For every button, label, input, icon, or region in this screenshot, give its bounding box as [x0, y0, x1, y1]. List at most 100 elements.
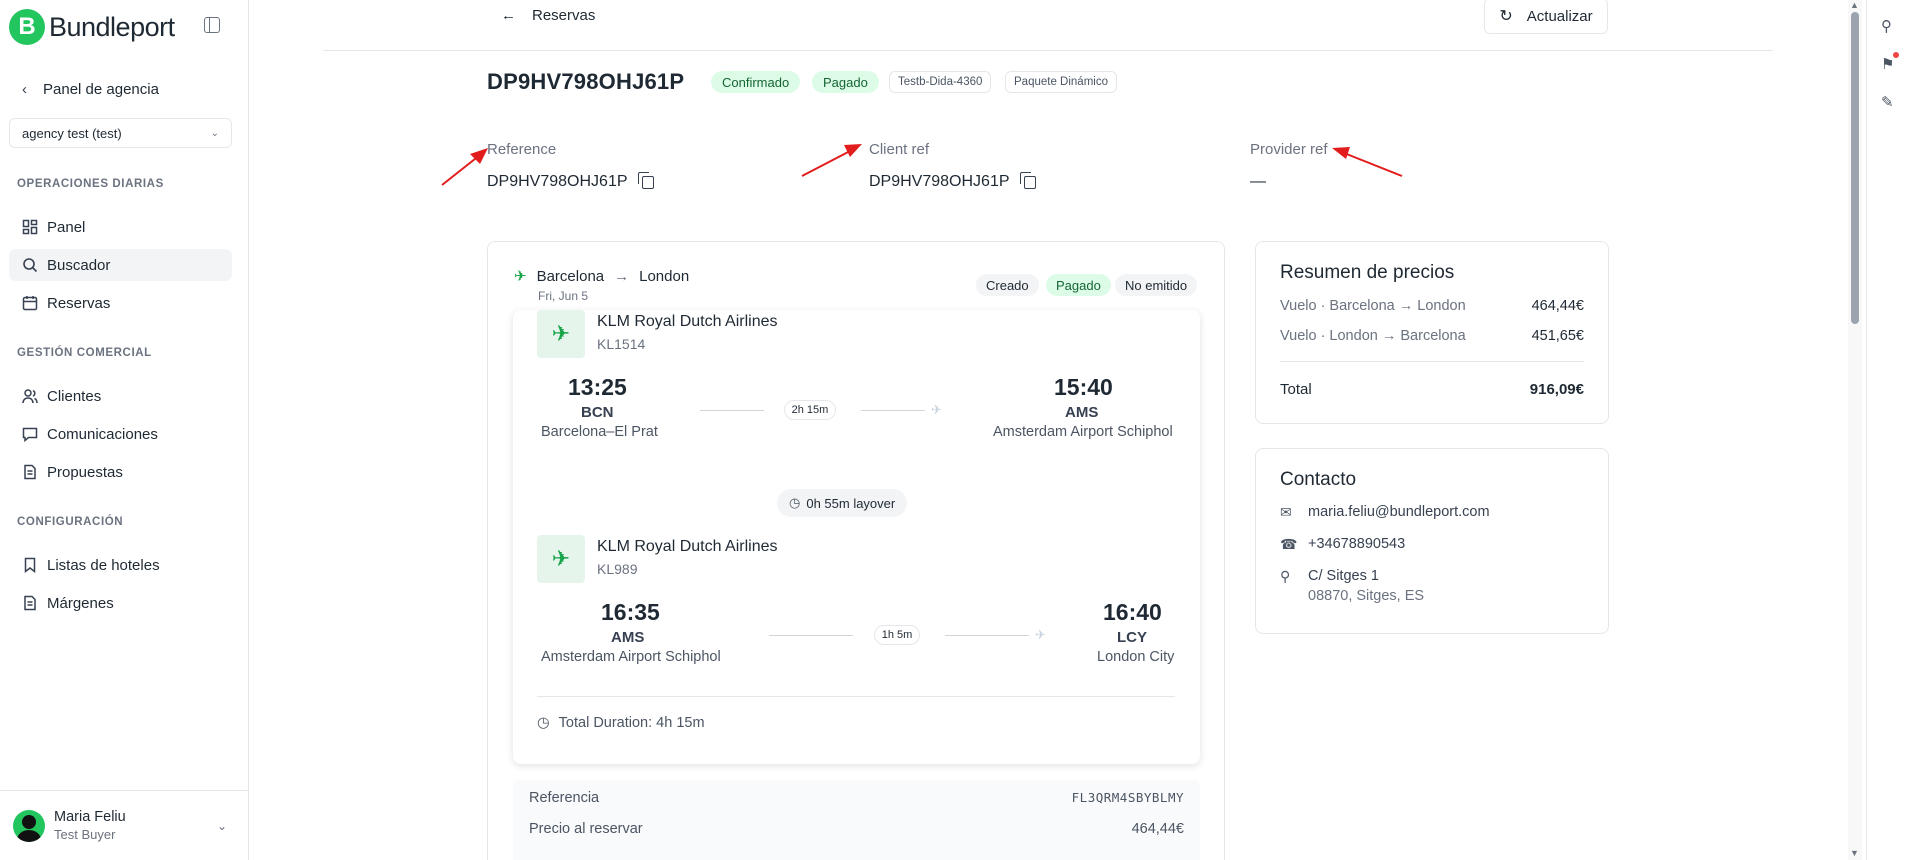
segment-duration: 2h 15m [784, 400, 836, 420]
layover-text: 0h 55m layover [806, 495, 896, 511]
route-line [769, 635, 853, 636]
right-rail: ⚲ ⚑ ✎ [1866, 0, 1910, 860]
flight-number: KL1514 [597, 336, 646, 352]
departure-airport: Barcelona–El Prat [541, 424, 658, 440]
page-header: ← Reservas ↻ Actualizar [323, 0, 1773, 51]
total-duration: ◷ Total Duration: 4h 15m [537, 715, 705, 731]
departure-time: 16:35 [601, 599, 660, 625]
phone-icon: ☎ [1280, 536, 1298, 552]
mail-icon: ✉ [1280, 504, 1292, 520]
payment-chip: Pagado [1046, 274, 1111, 296]
price-row-label: Vuelo · Barcelona → London [1280, 298, 1466, 314]
copy-icon[interactable] [637, 171, 654, 189]
sidebar-item-reservas[interactable]: Reservas [9, 287, 232, 319]
scroll-down-icon[interactable]: ▼ [1850, 848, 1859, 858]
arrival-airport: London City [1097, 649, 1175, 665]
annotation-arrow-icon [441, 148, 488, 186]
copy-icon[interactable] [1019, 171, 1036, 189]
sidebar-item-label: Panel [47, 218, 86, 236]
price-row-amount: 451,65€ [1531, 328, 1584, 344]
back-to-reservas-link[interactable]: ← Reservas [501, 7, 595, 24]
package-badge: Paquete Dinámico [1005, 71, 1117, 93]
scroll-up-icon[interactable]: ▲ [1850, 0, 1859, 10]
reference-text: DP9HV798OHJ61P [487, 173, 628, 190]
plane-icon: ✈ [514, 268, 527, 285]
departure-iata: AMS [611, 629, 645, 646]
route-line [861, 410, 925, 411]
back-to-agency-label: Panel de agencia [43, 81, 159, 98]
search-icon [22, 257, 38, 273]
scrollbar[interactable]: ▲ ▼ [1848, 0, 1862, 860]
sidebar-item-clientes[interactable]: Clientes [9, 380, 232, 412]
flight-reference-box: Referencia FL3QRM4SBYBLMY Precio al rese… [513, 780, 1200, 860]
status-chip: Creado [976, 274, 1039, 296]
sidebar-item-panel[interactable]: Panel [9, 211, 232, 243]
flight-number: KL989 [597, 561, 638, 577]
route-header: ✈ Barcelona → London [514, 267, 690, 286]
divider [537, 696, 1175, 697]
total-duration-text: Total Duration: 4h 15m [558, 715, 705, 731]
sidebar-item-comunicaciones[interactable]: Comunicaciones [9, 418, 232, 450]
route-destination: London [639, 267, 690, 285]
reference-value: DP9HV798OHJ61P [487, 171, 654, 191]
sidebar: B Bundleport ‹ Panel de agencia agency t… [0, 0, 249, 860]
sidebar-item-buscador[interactable]: Buscador [9, 249, 232, 281]
user-name: Maria Feliu [54, 809, 126, 825]
calendar-icon [22, 295, 38, 311]
users-icon [22, 388, 38, 404]
location-pin-icon: ⚲ [1280, 568, 1291, 584]
arrival-iata: LCY [1117, 629, 1147, 646]
price-row-label: Vuelo · London → Barcelona [1280, 328, 1466, 344]
sidebar-item-propuestas[interactable]: Propuestas [9, 456, 232, 488]
sidebar-item-label: Reservas [47, 294, 111, 312]
document-icon [22, 595, 38, 611]
total-label: Total [1280, 381, 1312, 398]
chevron-down-icon: ⌄ [210, 127, 219, 139]
annotation-arrow-icon [1332, 147, 1403, 177]
contact-email-row: ✉ maria.feliu@bundleport.com [1280, 504, 1490, 521]
chevron-down-icon: ⌄ [216, 819, 227, 833]
section-label-commercial: GESTIÓN COMERCIAL [17, 347, 152, 359]
flight-reference-label: Referencia [529, 790, 600, 806]
contact-phone-row: ☎ +34678890543 [1280, 536, 1405, 553]
client-ref-value: DP9HV798OHJ61P [869, 171, 1036, 191]
airline-logo-icon: ✈ [537, 535, 585, 583]
bell-icon[interactable]: ⚑ [1881, 55, 1894, 73]
departure-airport: Amsterdam Airport Schiphol [541, 649, 721, 665]
flight-price-value: 464,44€ [1131, 821, 1184, 837]
sidebar-item-label: Propuestas [47, 463, 123, 481]
flight-price-row: Precio al reservar 464,44€ [529, 821, 1184, 837]
contact-email[interactable]: maria.feliu@bundleport.com [1308, 504, 1490, 521]
segments-panel: ✈ KLM Royal Dutch Airlines KL1514 13:25 … [513, 310, 1200, 764]
section-label-config: CONFIGURACIÓN [17, 516, 124, 528]
section-label-daily: OPERACIONES DIARIAS [17, 178, 164, 190]
status-badge: Confirmado [711, 71, 801, 93]
layover-badge: ◷ 0h 55m layover [777, 489, 908, 517]
search-icon[interactable]: ⚲ [1881, 17, 1892, 35]
refresh-button[interactable]: ↻ Actualizar [1484, 0, 1608, 34]
contact-address-line1: C/ Sitges 1 [1308, 568, 1379, 584]
plane-icon: ✈ [931, 402, 942, 417]
agency-select[interactable]: agency test (test) ⌄ [9, 118, 232, 148]
avatar [13, 809, 45, 842]
scroll-thumb[interactable] [1851, 12, 1859, 324]
contact-phone[interactable]: +34678890543 [1308, 536, 1405, 553]
sidebar-toggle-icon[interactable] [204, 17, 220, 33]
brand-logo[interactable]: B Bundleport [9, 9, 175, 45]
chevron-left-icon: ‹ [22, 81, 27, 98]
total-row: Total 916,09€ [1280, 381, 1584, 398]
ticket-chip: No emitido [1115, 274, 1198, 296]
sidebar-item-margenes[interactable]: Márgenes [9, 587, 232, 619]
flight-price-label: Precio al reservar [529, 821, 643, 837]
clock-icon: ◷ [789, 495, 801, 510]
route-line [700, 410, 764, 411]
notification-dot [1893, 52, 1899, 58]
back-to-reservas-label: Reservas [532, 7, 596, 24]
feedback-icon[interactable]: ✎ [1881, 93, 1894, 111]
sidebar-item-listas-hoteles[interactable]: Listas de hoteles [9, 549, 232, 581]
refresh-label: Actualizar [1526, 7, 1593, 25]
user-menu[interactable]: Maria Feliu Test Buyer ⌄ [0, 790, 249, 860]
segment-duration: 1h 5m [874, 625, 920, 645]
back-to-agency-link[interactable]: ‹ Panel de agencia [22, 81, 159, 98]
contact-title: Contacto [1280, 469, 1357, 490]
